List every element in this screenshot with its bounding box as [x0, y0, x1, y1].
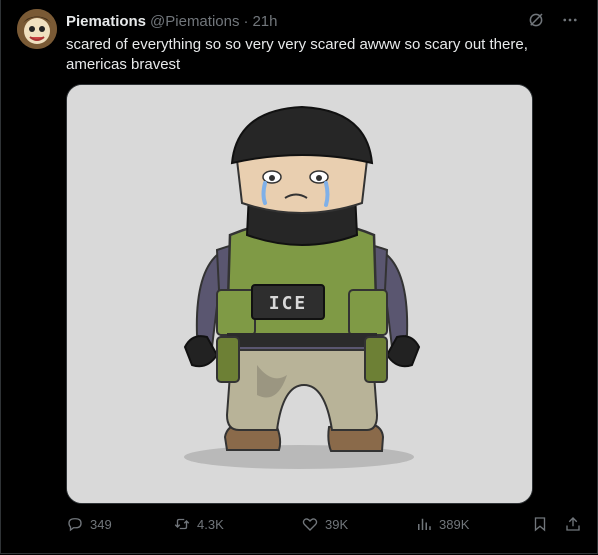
author-handle[interactable]: @Piemations [150, 13, 239, 30]
post-text: scared of everything so so very very sca… [66, 36, 528, 73]
bookmark-icon [534, 517, 546, 532]
like-button[interactable]: 39K [301, 515, 348, 533]
header-separator: · [243, 12, 249, 30]
post-header: Piemations @Piemations · 21h [66, 11, 278, 31]
avatar-image [17, 9, 57, 49]
more-button[interactable] [560, 10, 580, 30]
share-button[interactable] [564, 515, 582, 533]
slashed-circle-icon [529, 13, 543, 27]
more-dots-icon [563, 18, 577, 22]
author-name[interactable]: Piemations [66, 13, 146, 30]
share-upload-icon [566, 517, 580, 531]
grok-button[interactable] [526, 10, 546, 30]
repost-arrows-icon [174, 518, 190, 530]
reply-count: 349 [90, 516, 112, 532]
avatar[interactable] [17, 9, 57, 49]
repost-count: 4.3K [197, 516, 224, 532]
vest-label: ICE [268, 293, 308, 314]
post-top-actions [526, 10, 580, 30]
post-time[interactable]: 21h [252, 13, 277, 30]
reply-button[interactable]: 349 [66, 515, 112, 533]
views-count: 389K [439, 516, 470, 532]
views-button[interactable]: 389K [415, 515, 469, 533]
post-media[interactable]: ICE [66, 84, 533, 504]
bookmark-button[interactable] [531, 515, 549, 533]
repost-button[interactable]: 4.3K [173, 515, 224, 533]
heart-icon [302, 518, 318, 531]
speech-bubble-icon [68, 518, 82, 532]
action-bar: 349 4.3K 39K 389K [66, 514, 586, 534]
bar-chart-icon [418, 518, 431, 530]
like-count: 39K [325, 516, 349, 532]
